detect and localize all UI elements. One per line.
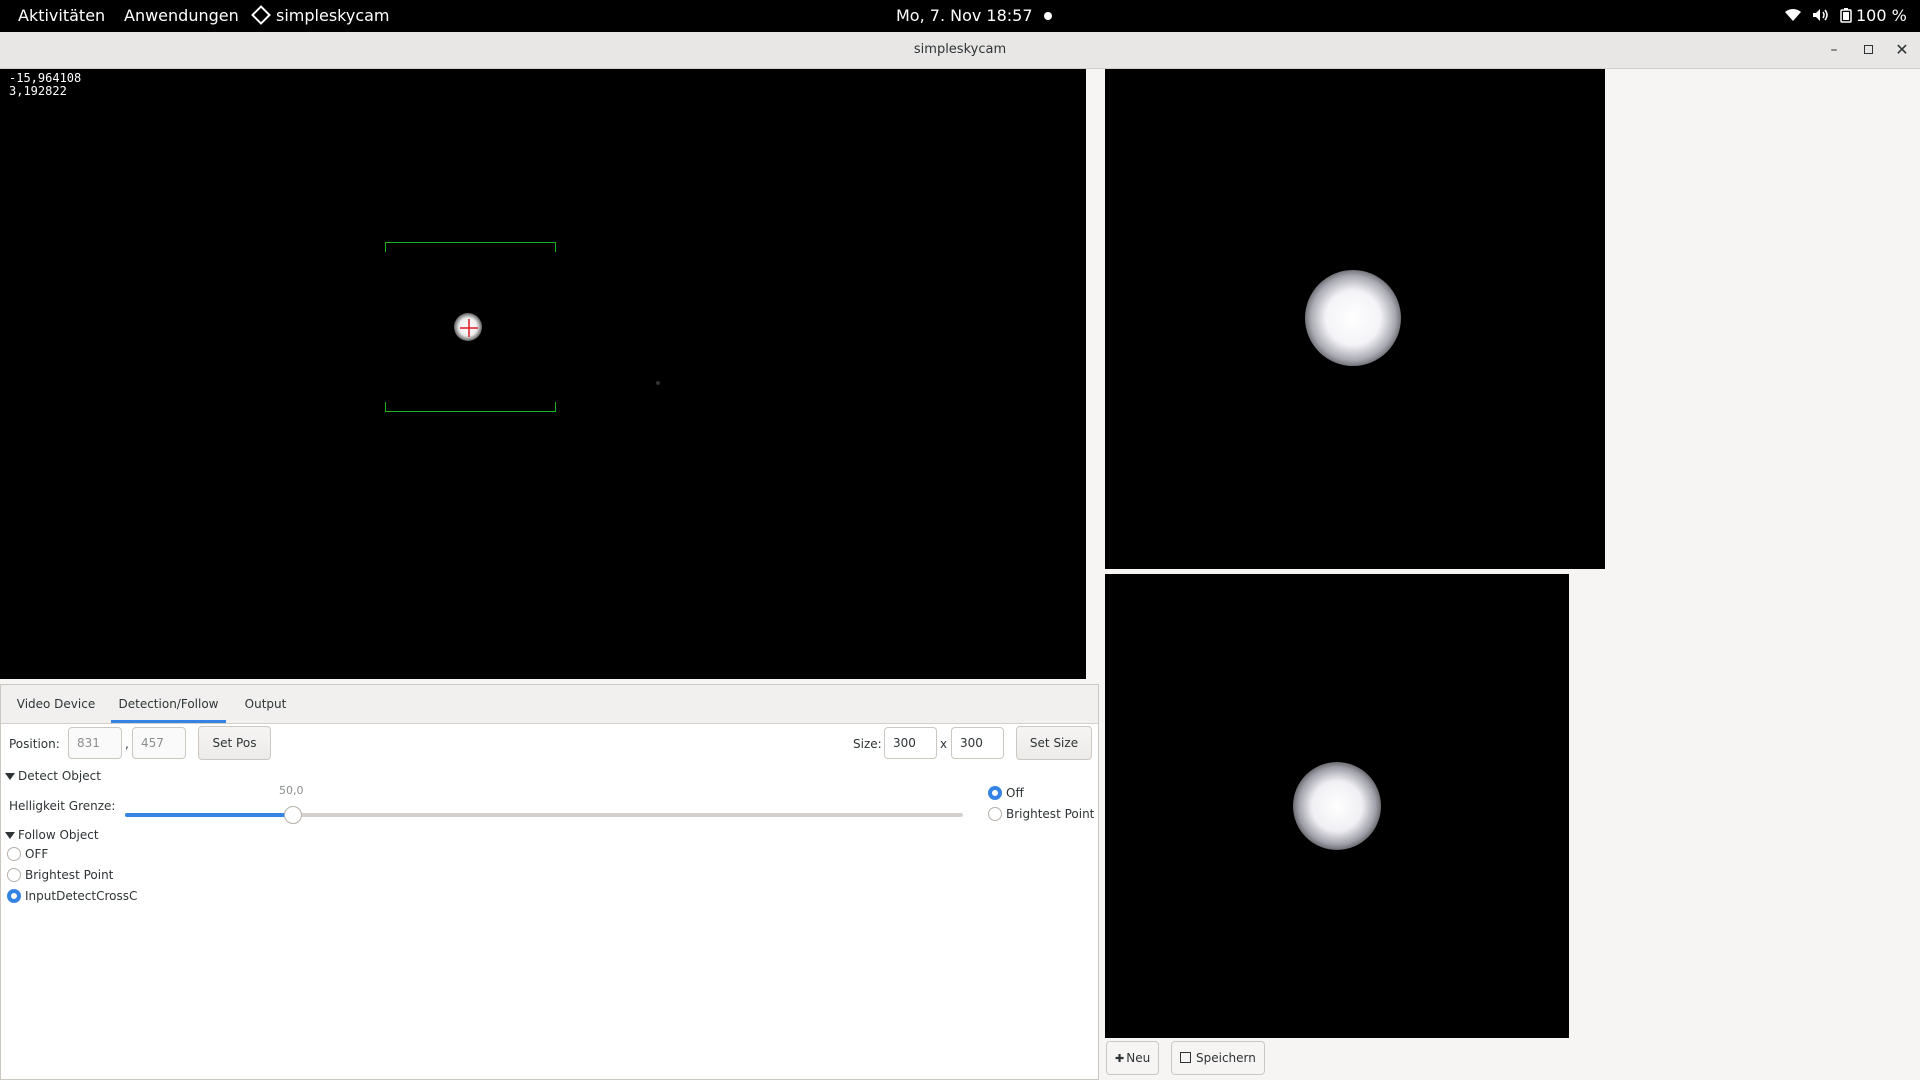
detect-brightest-radio[interactable]: [988, 807, 1002, 821]
close-icon[interactable]: ✕: [1892, 40, 1912, 60]
applications-menu[interactable]: Anwendungen: [124, 0, 239, 32]
clock[interactable]: Mo, 7. Nov 18:57: [896, 0, 1033, 32]
position-x-input[interactable]: 831: [68, 727, 122, 759]
tracked-star: [1293, 762, 1381, 850]
follow-brightest-radio[interactable]: [7, 868, 21, 882]
system-menu[interactable]: 100 %: [1784, 0, 1907, 32]
settings-notebook: Video Device Detection/Follow Output Pos…: [0, 684, 1099, 1080]
coordinate-y: 3,192822: [9, 84, 67, 98]
crosshair-icon: [460, 319, 478, 337]
tracked-preview: [1105, 574, 1569, 1038]
set-size-button[interactable]: Set Size: [1016, 726, 1092, 760]
object-preview: [1105, 69, 1605, 569]
tab-bar: Video Device Detection/Follow Output: [1, 685, 1098, 724]
camera-view[interactable]: -15,964108 3,192822: [0, 69, 1086, 679]
brightness-value: 50,0: [279, 784, 304, 797]
follow-object-expander-icon[interactable]: [5, 832, 15, 839]
minimize-icon[interactable]: –: [1824, 40, 1844, 60]
position-label: Position:: [9, 737, 60, 751]
position-y-input[interactable]: 457: [132, 727, 186, 759]
set-pos-button[interactable]: Set Pos: [198, 726, 271, 760]
position-separator: ,: [125, 737, 129, 751]
app-menu[interactable]: simpleskycam: [251, 0, 390, 32]
follow-off-label[interactable]: OFF: [25, 847, 48, 861]
detect-object-label[interactable]: Detect Object: [18, 769, 101, 783]
tab-detection-follow[interactable]: Detection/Follow: [111, 685, 226, 723]
tab-output[interactable]: Output: [234, 685, 297, 723]
follow-off-radio[interactable]: [7, 847, 21, 861]
notification-dot-icon: [1044, 12, 1052, 20]
app-menu-label: simpleskycam: [276, 6, 390, 25]
new-button-label: Neu: [1126, 1051, 1151, 1065]
detection-box-top: [385, 242, 556, 252]
size-label: Size:: [853, 737, 882, 751]
detect-brightest-label[interactable]: Brightest Point: [1006, 807, 1094, 821]
save-button[interactable]: Speichern: [1171, 1041, 1265, 1075]
window-title: simpleskycam: [913, 42, 1007, 57]
follow-inputdetect-radio[interactable]: [7, 889, 21, 903]
save-icon: [1180, 1052, 1191, 1063]
size-separator: x: [940, 737, 948, 751]
detect-object-expander-icon[interactable]: [5, 773, 15, 780]
size-height-input[interactable]: 300: [951, 727, 1004, 759]
save-button-label: Speichern: [1196, 1051, 1256, 1065]
wifi-icon: [1785, 8, 1801, 21]
brightness-slider-knob[interactable]: [284, 806, 302, 824]
app-icon: [251, 5, 271, 25]
battery-icon: [1840, 8, 1852, 23]
follow-object-label[interactable]: Follow Object: [18, 828, 99, 842]
tab-video-device[interactable]: Video Device: [9, 685, 103, 723]
window-titlebar: simpleskycam – ✕: [0, 32, 1920, 69]
follow-inputdetect-label[interactable]: InputDetectCrossC: [25, 889, 137, 903]
follow-brightest-label[interactable]: Brightest Point: [25, 868, 113, 882]
detect-off-radio[interactable]: [988, 786, 1002, 800]
preview-star: [1305, 270, 1401, 366]
battery-level: 100 %: [1856, 6, 1907, 25]
new-icon: ✚: [1115, 1052, 1125, 1065]
new-button[interactable]: ✚ Neu: [1106, 1041, 1160, 1075]
brightness-slider-fill: [125, 813, 293, 817]
brightness-label: Helligkeit Grenze:: [9, 799, 116, 813]
volume-icon: [1813, 9, 1828, 21]
detection-box-bottom: [385, 402, 556, 412]
top-bar: Aktivitäten Anwendungen simpleskycam Mo,…: [0, 0, 1920, 32]
activities-button[interactable]: Aktivitäten: [18, 0, 105, 32]
size-width-input[interactable]: 300: [884, 727, 937, 759]
detect-off-label[interactable]: Off: [1006, 786, 1024, 800]
faint-star: [656, 381, 660, 385]
maximize-icon[interactable]: [1858, 40, 1878, 60]
